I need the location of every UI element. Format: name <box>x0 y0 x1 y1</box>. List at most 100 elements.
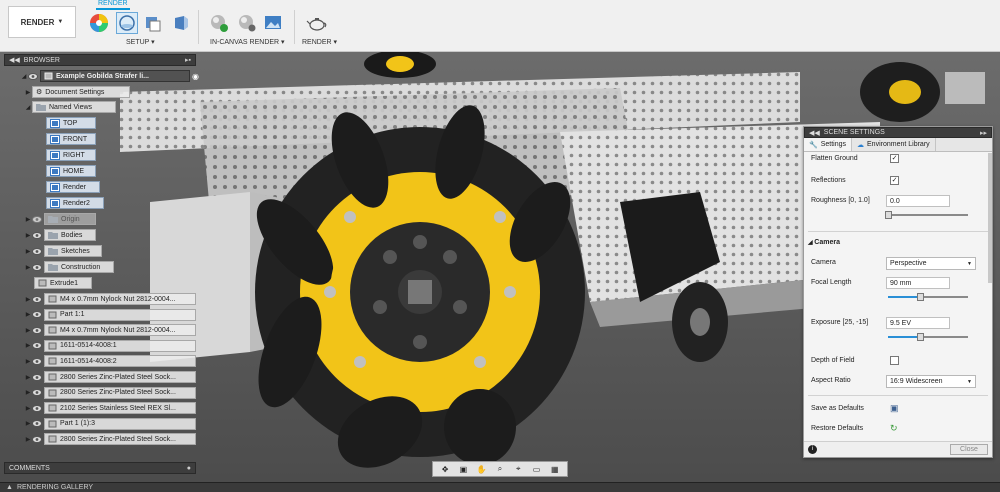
expand-icon[interactable]: ▶ <box>24 248 32 255</box>
save-defaults-button[interactable]: ▣ <box>890 403 900 413</box>
restore-defaults-button[interactable]: ↻ <box>890 423 900 433</box>
named-view-right[interactable]: RIGHT <box>46 149 96 161</box>
texture-map-button[interactable] <box>170 12 192 34</box>
eye-icon[interactable] <box>32 215 42 223</box>
expand-icon[interactable]: ▶ <box>24 420 32 427</box>
scrollbar[interactable] <box>988 153 992 283</box>
named-views-node[interactable]: ◢ Named Views <box>24 101 116 113</box>
camera-select[interactable]: Perspective ▼ <box>886 257 976 270</box>
radio-target-icon[interactable]: ◉ <box>192 72 199 81</box>
look-at-icon[interactable]: ▣ <box>457 463 469 475</box>
render-menu[interactable]: RENDER ▾ <box>302 38 337 46</box>
in-canvas-settings-button[interactable] <box>236 12 258 34</box>
roughness-input[interactable]: 0.0 <box>886 195 950 207</box>
expand-panel-icon[interactable]: ▸▸ <box>980 129 987 137</box>
flatten-ground-checkbox[interactable]: ✓ <box>890 154 899 163</box>
grid-settings-icon[interactable]: ▦ <box>549 463 561 475</box>
expand-icon[interactable]: ▶ <box>24 342 32 349</box>
expand-icon[interactable]: ▶ <box>24 374 32 381</box>
move-icon[interactable]: ✥ <box>439 463 451 475</box>
in-canvas-render-button[interactable] <box>208 12 230 34</box>
expand-icon[interactable]: ▶ <box>24 311 32 318</box>
construction-node[interactable]: ▶ Construction <box>24 261 114 273</box>
sketches-node[interactable]: ▶ Sketches <box>24 245 102 257</box>
close-button[interactable]: Close <box>950 444 988 455</box>
expand-icon[interactable]: ▶ <box>24 264 32 271</box>
named-view-top[interactable]: TOP <box>46 117 96 129</box>
expand-icon[interactable]: ▶ <box>24 232 32 239</box>
render-button[interactable] <box>306 12 328 34</box>
focal-length-slider[interactable] <box>888 293 968 301</box>
named-view-home[interactable]: HOME <box>46 165 96 177</box>
camera-section-header[interactable]: ◢ Camera <box>808 239 840 246</box>
appearance-button[interactable] <box>88 12 110 34</box>
document-settings-node[interactable]: ▶ ⚙ Document Settings <box>24 86 130 98</box>
named-view-render[interactable]: Render <box>46 181 100 193</box>
expand-icon[interactable]: ▶ <box>24 296 32 303</box>
eye-icon[interactable] <box>32 435 42 443</box>
exposure-input[interactable]: 9.5 EV <box>886 317 950 329</box>
display-settings-icon[interactable]: ▭ <box>531 463 543 475</box>
expand-icon[interactable]: ▶ <box>24 436 32 443</box>
extrude1-node[interactable]: Extrude1 <box>34 277 92 289</box>
setup-menu[interactable]: SETUP ▾ <box>126 38 155 46</box>
expand-icon[interactable]: ▶ <box>24 405 32 412</box>
origin-node[interactable]: ▶ Origin <box>24 213 96 225</box>
expand-icon[interactable]: ▶ <box>24 89 32 96</box>
info-icon[interactable]: i <box>808 445 817 454</box>
rendering-gallery-bar[interactable]: ▲ RENDERING GALLERY <box>0 482 1000 492</box>
named-view-render2[interactable]: Render2 <box>46 197 104 209</box>
component-row[interactable]: ▶ 2102 Series Stainless Steel REX Sl... <box>24 402 196 415</box>
expand-icon[interactable]: ▶ <box>24 358 32 365</box>
expand-icon[interactable]: ▲ <box>6 484 13 491</box>
expand-icon[interactable]: ▶ <box>24 327 32 334</box>
eye-icon[interactable] <box>32 231 42 239</box>
reflections-checkbox[interactable]: ✓ <box>890 176 899 185</box>
eye-icon[interactable] <box>32 373 42 381</box>
focal-length-input[interactable]: 90 mm <box>886 277 950 289</box>
eye-icon[interactable] <box>32 295 42 303</box>
collapse-icon[interactable]: ◀◀ <box>9 56 20 64</box>
expand-icon[interactable]: ◢ <box>20 73 28 80</box>
comments-panel[interactable]: COMMENTS ● <box>4 462 196 474</box>
in-canvas-render-menu[interactable]: IN-CANVAS RENDER ▾ <box>210 38 285 46</box>
pan-hand-icon[interactable]: ✋ <box>476 463 488 475</box>
workspace-switcher[interactable]: RENDER ▼ <box>8 6 76 38</box>
component-row[interactable]: ▶ 2800 Series Zinc-Plated Steel Sock... <box>24 386 196 399</box>
zoom-icon[interactable]: ⌕ <box>494 463 506 475</box>
pin-icon[interactable]: ▸▪ <box>185 56 191 64</box>
component-row[interactable]: ▶ Part 1 (1):3 <box>24 417 196 430</box>
named-view-front[interactable]: FRONT <box>46 133 96 145</box>
component-row[interactable]: ▶ Part 1:1 <box>24 308 196 321</box>
roughness-slider[interactable] <box>885 211 968 219</box>
component-row[interactable]: ▶ 1611-0514-4008:1 <box>24 339 196 352</box>
depth-of-field-checkbox[interactable] <box>890 356 899 365</box>
eye-icon[interactable] <box>32 342 42 350</box>
expand-icon[interactable]: ▶ <box>24 389 32 396</box>
eye-icon[interactable] <box>32 326 42 334</box>
bodies-node[interactable]: ▶ Bodies <box>24 229 96 241</box>
fit-icon[interactable]: ⌖ <box>512 463 524 475</box>
eye-icon[interactable] <box>32 404 42 412</box>
expand-icon[interactable]: ◢ <box>24 104 32 111</box>
eye-icon[interactable] <box>32 311 42 319</box>
eye-icon[interactable] <box>32 263 42 271</box>
collapse-icon[interactable]: ◀◀ <box>809 129 820 137</box>
document-root[interactable]: ◢ Example Gobilda Strafer li... ◉ <box>20 70 199 82</box>
exposure-slider[interactable] <box>888 333 968 341</box>
component-row[interactable]: ▶ 1611-0514-4008:2 <box>24 355 196 368</box>
decal-button[interactable] <box>142 12 164 34</box>
eye-icon[interactable] <box>32 420 42 428</box>
eye-icon[interactable] <box>28 72 38 80</box>
tab-environment-library[interactable]: ☁ Environment Library <box>852 138 936 151</box>
capture-image-button[interactable] <box>262 12 284 34</box>
component-row[interactable]: ▶ 2800 Series Zinc-Plated Steel Sock... <box>24 433 196 446</box>
scene-settings-button[interactable] <box>116 12 138 34</box>
eye-icon[interactable] <box>32 357 42 365</box>
component-row[interactable]: ▶ M4 x 0.7mm Nylock Nut 2812-0004... <box>24 324 196 337</box>
eye-icon[interactable] <box>32 389 42 397</box>
component-row[interactable]: ▶ M4 x 0.7mm Nylock Nut 2812-0004... <box>24 293 196 305</box>
tab-render[interactable]: RENDER <box>96 0 130 10</box>
aspect-ratio-select[interactable]: 16:9 Widescreen ▼ <box>886 375 976 388</box>
expand-icon[interactable]: ▶ <box>24 216 32 223</box>
